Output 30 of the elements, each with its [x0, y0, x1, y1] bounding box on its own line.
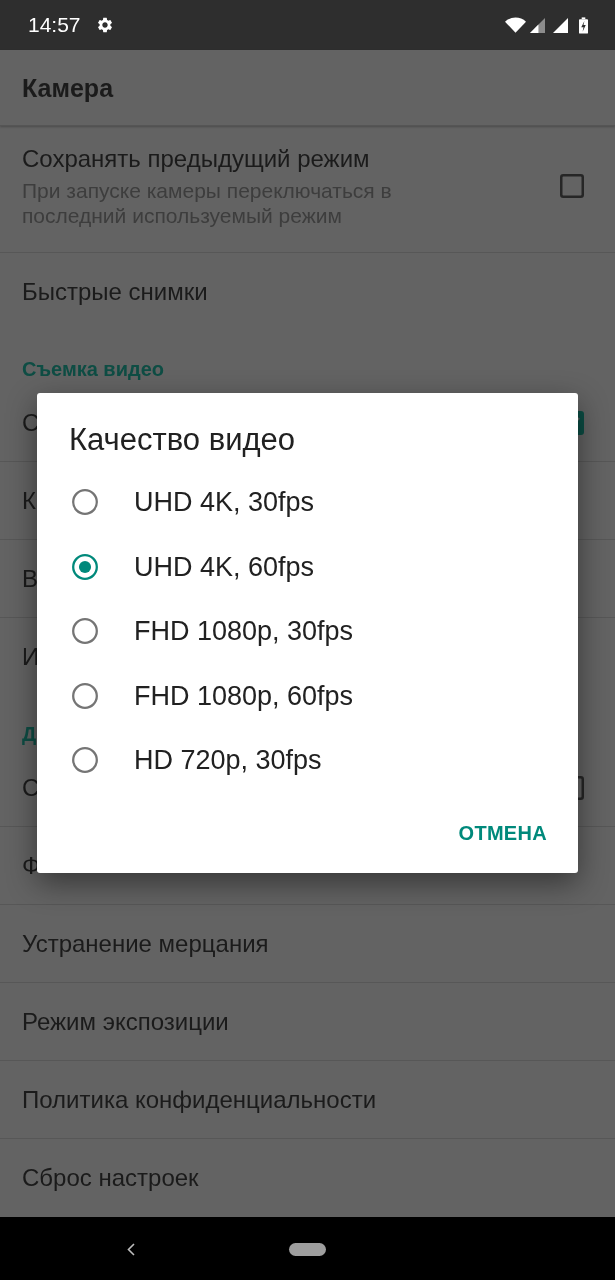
setting-title[interactable]: Режим экспозиции	[22, 1006, 229, 1037]
section-header: Д	[22, 723, 37, 745]
radio-option[interactable]: UHD 4K, 30fps	[72, 486, 315, 518]
setting-title[interactable]: И	[22, 642, 40, 672]
radio-option[interactable]: UHD 4K, 60fps	[72, 550, 315, 583]
app-bar-title: Камера	[22, 72, 114, 103]
radio-option[interactable]: HD 720p, 30fps	[72, 744, 322, 776]
signal-icon	[530, 17, 545, 33]
battery-charging-icon	[579, 16, 588, 34]
checkbox[interactable]	[560, 174, 584, 198]
cancel-button[interactable]: ОТМЕНА	[450, 813, 555, 854]
back-icon[interactable]	[127, 1242, 135, 1256]
signal-icon	[553, 17, 568, 33]
setting-title[interactable]: Устранение мерцания	[22, 928, 269, 959]
setting-title[interactable]: Быстрые снимки	[22, 277, 208, 307]
status-time: 14:57	[28, 13, 81, 37]
setting-title[interactable]: В	[22, 563, 38, 594]
radio-option[interactable]: FHD 1080p, 30fps	[72, 615, 354, 647]
setting-title[interactable]: С	[22, 772, 40, 803]
setting-title[interactable]: Сохранять предыдущий режим	[22, 144, 370, 174]
setting-title[interactable]: Политика конфиденциальности	[22, 1084, 377, 1115]
setting-title[interactable]: К	[22, 485, 36, 516]
wifi-icon	[505, 17, 526, 33]
gear-icon	[95, 16, 114, 34]
setting-title[interactable]: Сброс настроек	[22, 1163, 199, 1193]
section-header: Съемка видео	[22, 358, 164, 380]
home-pill-icon[interactable]	[289, 1242, 326, 1256]
dialog-title: Качество видео	[69, 421, 296, 458]
radio-option[interactable]: FHD 1080p, 60fps	[72, 679, 354, 712]
setting-title[interactable]: С	[22, 407, 40, 438]
